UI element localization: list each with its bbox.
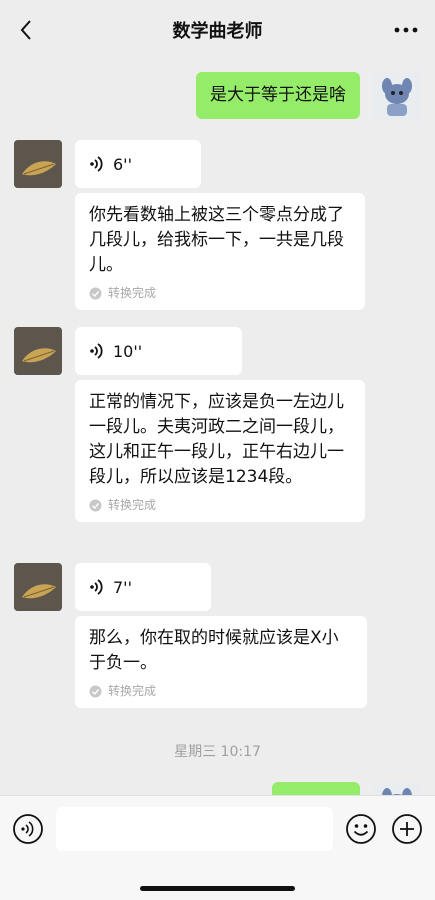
message-input[interactable] — [56, 807, 333, 851]
voice-message-bubble[interactable]: 7'' — [75, 563, 211, 611]
voice-duration: 7'' — [113, 577, 132, 597]
check-circle-icon — [89, 685, 102, 697]
teacher-avatar[interactable] — [14, 327, 62, 375]
message-timestamp: 星期三 10:17 — [174, 744, 261, 760]
voice-duration: 10'' — [113, 341, 143, 361]
voice-message-bubble[interactable]: 10'' — [75, 327, 242, 375]
teacher-avatar[interactable] — [14, 140, 62, 188]
voice-input-icon — [13, 814, 43, 844]
more-actions-button[interactable] — [391, 813, 423, 845]
voice-toggle-button[interactable] — [12, 813, 44, 845]
emoji-icon — [346, 814, 376, 844]
input-bar — [0, 795, 435, 900]
message-text: 是大于等于还是啥 — [210, 85, 346, 105]
status-label: 转换完成 — [108, 286, 157, 300]
plus-circle-icon — [392, 814, 422, 844]
transcription-status: 转换完成 — [89, 286, 351, 300]
transcription-text: 正常的情况下，应该是负一左边儿一段儿。夫夷河政二之间一段儿，这儿和正午一段儿，正… — [89, 392, 344, 487]
message-list[interactable]: 是大于等于还是啥 6'' 你先看数轴上被这三个零点分成了几段儿，给我标一下，一共… — [0, 60, 435, 795]
sent-message-bubble[interactable] — [272, 782, 360, 795]
transcription-text: 那么，你在取的时候就应该是X小于负一。 — [89, 628, 339, 673]
transcription-bubble[interactable]: 正常的情况下，应该是负一左边儿一段儿。夫夷河政二之间一段儿，这儿和正午一段儿，正… — [75, 380, 365, 522]
status-label: 转换完成 — [108, 498, 157, 512]
chevron-left-icon — [20, 20, 31, 40]
transcription-bubble[interactable]: 那么，你在取的时候就应该是X小于负一。 转换完成 — [75, 616, 367, 708]
voice-wave-icon — [90, 579, 103, 595]
ellipsis-icon — [394, 27, 418, 33]
my-avatar[interactable] — [373, 72, 421, 120]
transcription-text: 你先看数轴上被这三个零点分成了几段儿，给我标一下，一共是几段儿。 — [89, 205, 344, 275]
transcription-status: 转换完成 — [89, 498, 351, 512]
check-circle-icon — [89, 287, 102, 299]
home-indicator — [140, 886, 295, 891]
teacher-avatar[interactable] — [14, 563, 62, 611]
chat-title: 数学曲老师 — [172, 21, 263, 42]
voice-wave-icon — [90, 343, 103, 359]
transcription-bubble[interactable]: 你先看数轴上被这三个零点分成了几段儿，给我标一下，一共是几段儿。 转换完成 — [75, 193, 365, 310]
chat-header: 数学曲老师 — [0, 0, 435, 60]
voice-duration: 6'' — [113, 154, 132, 174]
sent-message-bubble[interactable]: 是大于等于还是啥 — [196, 72, 360, 119]
my-avatar[interactable] — [373, 782, 421, 795]
voice-wave-icon — [90, 156, 103, 172]
voice-message-bubble[interactable]: 6'' — [75, 140, 201, 188]
transcription-status: 转换完成 — [89, 684, 353, 698]
emoji-button[interactable] — [345, 813, 377, 845]
status-label: 转换完成 — [108, 684, 157, 698]
back-button[interactable] — [14, 18, 38, 42]
check-circle-icon — [89, 499, 102, 511]
more-button[interactable] — [391, 18, 421, 42]
